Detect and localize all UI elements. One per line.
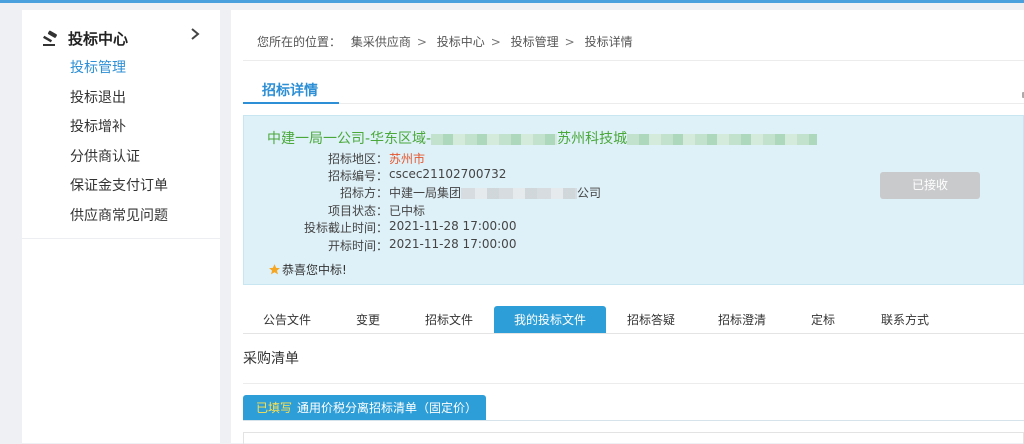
tender-number-value: cscec21102700732 [389,167,507,181]
gavel-icon [43,30,57,46]
sidebar: 投标中心 投标管理 投标退出 投标增补 分供商认证 保证金支付订单 供应商常见问… [22,10,220,443]
redacted-text [431,133,558,145]
project-title-start: 中建一局一公司-华东区域- [267,131,432,147]
divider [243,60,1024,61]
info-row-project-status: 项目状态： 已中标 [244,202,664,219]
detail-tabs: 公告文件 变更 招标文件 我的投标文件 招标答疑 招标澄清 定标 联系方式 [243,306,1024,334]
tenderer-value: 中建一局集团 公司 [389,184,601,201]
opening-time-label: 开标时间： [327,239,388,253]
price-sheet-area [243,432,1024,444]
project-title[interactable]: 中建一局一公司-华东区域- 苏州科技城 [267,128,818,148]
sidebar-item-subcontractor-certification[interactable]: 分供商认证 [70,146,140,166]
redacted-text [461,188,578,199]
tender-info-card: 中建一局一公司-华东区域- 苏州科技城 招标地区： 苏州市 招标编号： cscec… [243,115,1024,285]
tab-announcement-files[interactable]: 公告文件 [243,306,331,334]
breadcrumb-link-bid-management[interactable]: 投标管理 [511,35,559,49]
star-icon [269,264,280,275]
section-title: 采购清单 [243,351,299,367]
sidebar-title: 投标中心 [68,30,129,48]
congrats-text: 恭喜您中标! [282,263,347,277]
breadcrumb-current: 投标详情 [584,35,633,49]
top-accent-line [0,0,1024,3]
tab-tender-files[interactable]: 招标文件 [405,306,493,334]
sidebar-divider [22,238,220,239]
project-status-label: 项目状态： [327,204,388,218]
bid-deadline-label: 投标截止时间： [303,221,388,235]
sheet-tab-divider [243,420,1024,421]
tenderer-value-end: 公司 [577,186,602,200]
breadcrumb-link-supplier[interactable]: 集采供应商 [351,35,411,49]
tab-tender-details[interactable]: 招标详情 [262,80,318,100]
sidebar-item-bid-withdraw[interactable]: 投标退出 [70,87,126,107]
breadcrumb-separator: > [564,35,575,49]
info-row-region: 招标地区： 苏州市 [244,150,664,167]
breadcrumb-prefix: 您所在的位置： [257,35,342,49]
main-panel: 您所在的位置： 集采供应商 > 投标中心 > 投标管理 > 投标详情 招标详情 中建一… [231,10,1024,444]
tab-award[interactable]: 定标 [788,306,858,334]
tab-active-underline [243,102,339,104]
info-row-tender-number: 招标编号： cscec21102700732 [244,167,664,184]
bid-deadline-value: 2021-11-28 17:00:00 [389,219,517,233]
sidebar-item-deposit-orders[interactable]: 保证金支付订单 [70,175,168,195]
sidebar-item-bid-supplement[interactable]: 投标增补 [70,116,126,136]
breadcrumb-separator: > [490,35,501,49]
tabs-divider [243,333,1024,334]
tab-contact[interactable]: 联系方式 [858,306,952,334]
breadcrumb-link-bid-center[interactable]: 投标中心 [437,35,485,49]
redacted-text [627,133,818,145]
info-row-bid-deadline: 投标截止时间： 2021-11-28 17:00:00 [244,219,664,236]
project-status-value: 已中标 [389,204,426,218]
tenderer-label: 招标方： [339,186,388,200]
sheet-tab-label: 通用价税分离招标清单（固定价） [297,401,478,415]
info-row-tenderer: 招标方： 中建一局集团 公司 [244,184,664,201]
received-status-button[interactable]: 已接收 [880,172,980,199]
sidebar-item-bid-management[interactable]: 投标管理 [70,57,126,77]
tab-changes[interactable]: 变更 [331,306,405,334]
tab-tender-qa[interactable]: 招标答疑 [606,306,696,334]
breadcrumb: 您所在的位置： 集采供应商 > 投标中心 > 投标管理 > 投标详情 [257,33,639,50]
opening-time-value: 2021-11-28 17:00:00 [389,237,517,251]
tab-my-bid-files[interactable]: 我的投标文件 [494,306,606,334]
tab-tender-clarification[interactable]: 招标澄清 [696,306,788,334]
tab-price-sheet[interactable]: 已填写 通用价税分离招标清单（固定价） [243,395,486,421]
region-label: 招标地区： [327,152,388,166]
info-row-opening-time: 开标时间： 2021-11-28 17:00:00 [244,237,664,254]
breadcrumb-separator: > [416,35,427,49]
chevron-right-icon[interactable] [188,24,202,44]
tender-number-label: 招标编号： [327,169,388,183]
filled-badge: 已填写 [256,401,293,415]
congrats-message: 恭喜您中标! [268,261,347,278]
divider [339,103,1024,104]
region-value: 苏州市 [389,152,426,166]
project-title-middle: 苏州科技城 [557,131,628,147]
sidebar-item-supplier-faq[interactable]: 供应商常见问题 [70,205,168,225]
tenderer-value-start: 中建一局集团 [389,186,462,200]
divider [243,383,1024,384]
